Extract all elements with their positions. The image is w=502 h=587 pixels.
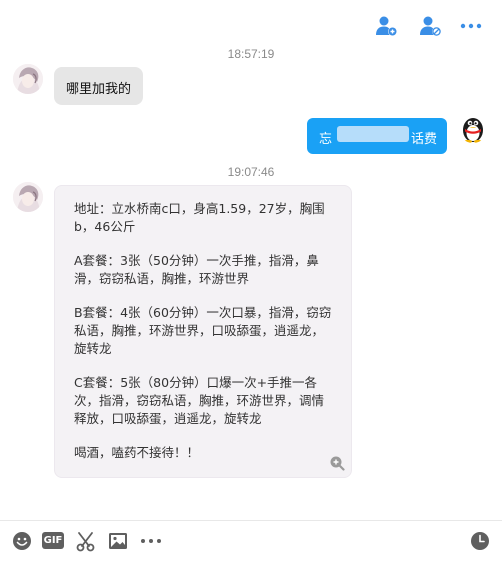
contact-avatar[interactable] — [13, 182, 43, 212]
message-paragraph: B套餐：4张（60分钟）一次口暴，指滑，窃窃私语，胸推，环游世界，口吸舔蛋，逍遥… — [74, 305, 332, 356]
message-timestamp: 19:07:46 — [227, 165, 275, 179]
gif-label: GIF — [42, 532, 64, 549]
contact-avatar[interactable] — [13, 64, 43, 94]
scissors-icon[interactable] — [75, 531, 96, 553]
input-divider — [0, 520, 502, 521]
block-user-icon[interactable] — [418, 14, 442, 38]
message-paragraph: C套餐：5张（80分钟）口爆一次+手推一各次，指滑，窃窃私语，胸推，环游世界，调… — [74, 375, 325, 426]
image-icon[interactable] — [108, 531, 128, 553]
message-bubble-outgoing[interactable]: 忘 话费 — [307, 118, 447, 154]
message-bubble-incoming-long[interactable]: 地址：立水桥南c口，身高1.59，27岁，胸围b，46公斤 A套餐：3张（50分… — [54, 185, 352, 478]
message-paragraph: 地址：立水桥南c口，身高1.59，27岁，胸围b，46公斤 — [74, 201, 325, 234]
redacted-text-block — [337, 126, 409, 142]
emoji-icon[interactable] — [12, 531, 32, 553]
message-text-end: 话费 — [411, 131, 438, 146]
more-icon[interactable] — [459, 14, 483, 38]
message-paragraph: A套餐：3张（50分钟）一次手推，指滑，鼻滑，窃窃私语，胸推，环游世界 — [74, 253, 319, 286]
message-text: 哪里加我的 — [66, 81, 132, 96]
add-friend-icon[interactable] — [374, 14, 398, 38]
message-paragraph: 喝酒，嗑药不接待！！ — [74, 445, 200, 460]
input-toolbar: GIF — [0, 522, 502, 562]
chat-header-toolbar — [0, 0, 502, 40]
more-icon[interactable] — [140, 531, 162, 553]
self-avatar[interactable] — [458, 113, 488, 143]
message-text-start: 忘 — [319, 131, 333, 146]
history-clock-icon[interactable] — [470, 531, 490, 553]
message-timestamp: 18:57:19 — [227, 47, 275, 61]
gif-icon[interactable]: GIF — [42, 532, 64, 554]
zoom-in-icon[interactable] — [329, 455, 345, 471]
message-bubble-incoming[interactable]: 哪里加我的 — [54, 67, 143, 105]
